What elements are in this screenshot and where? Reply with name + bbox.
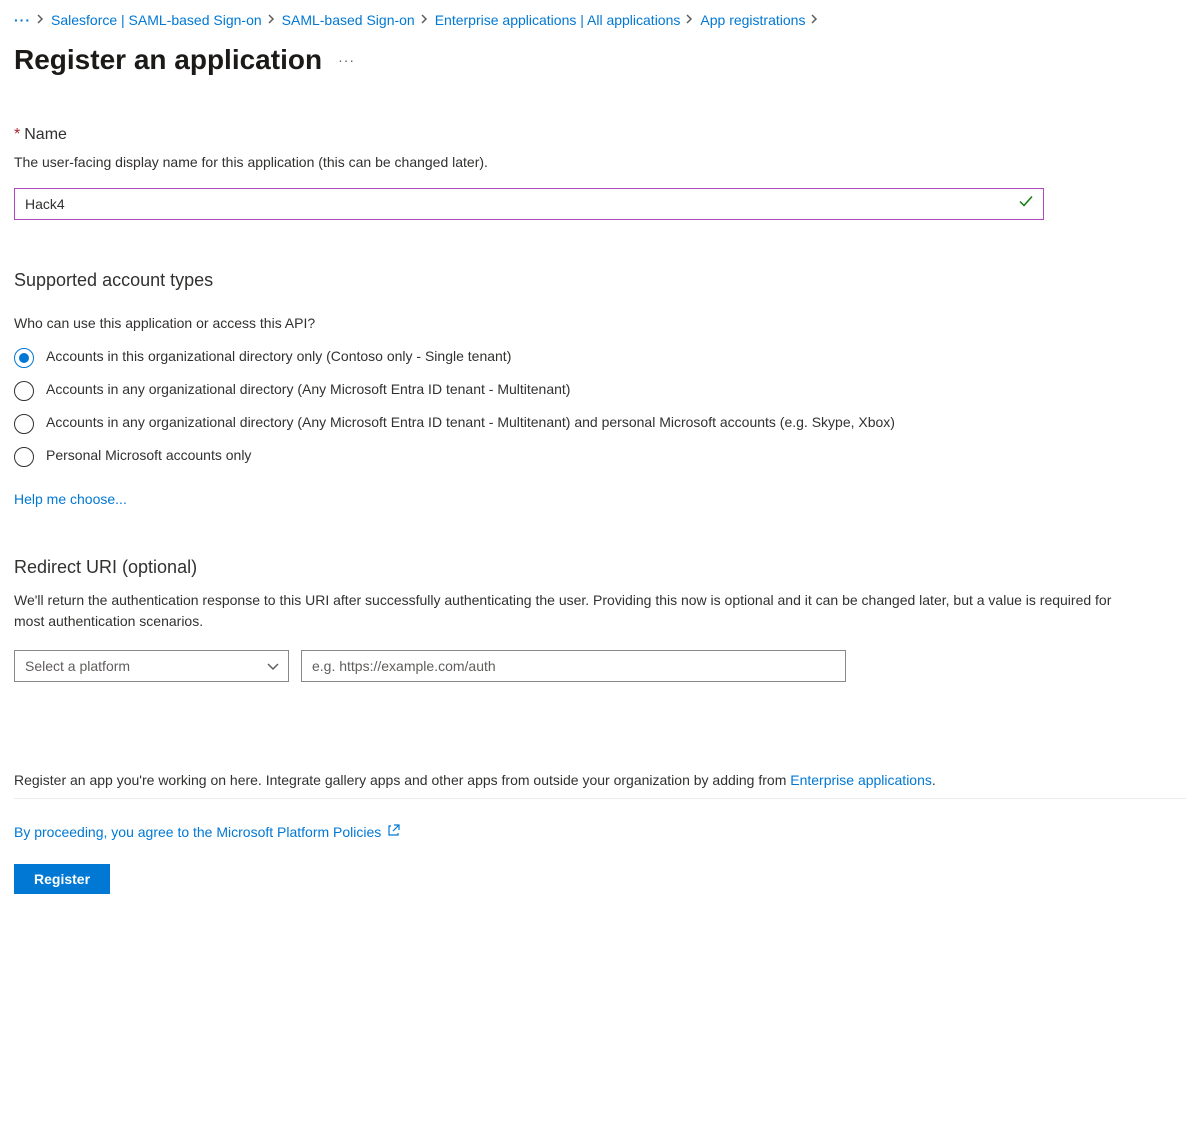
redirect-description: We'll return the authentication response… <box>14 590 1134 632</box>
account-types-section: Supported account types Who can use this… <box>14 270 1186 507</box>
breadcrumb-item[interactable]: SAML-based Sign-on <box>282 12 415 28</box>
more-actions-icon[interactable]: ··· <box>338 52 355 68</box>
radio-label: Accounts in this organizational director… <box>46 347 511 367</box>
chevron-right-icon <box>37 13 45 27</box>
radio-single-tenant[interactable]: Accounts in this organizational director… <box>14 347 1186 368</box>
breadcrumb-item[interactable]: Enterprise applications | All applicatio… <box>435 12 681 28</box>
platform-select-wrapper: Select a platform <box>14 650 289 682</box>
chevron-right-icon <box>811 13 819 27</box>
account-types-question: Who can use this application or access t… <box>14 315 1186 331</box>
policy-row: By proceeding, you agree to the Microsof… <box>14 823 1186 840</box>
name-section: * Name The user-facing display name for … <box>14 126 1186 220</box>
radio-icon <box>14 381 34 401</box>
name-label-text: Name <box>24 126 67 144</box>
breadcrumb: ··· Salesforce | SAML-based Sign-on SAML… <box>14 12 1186 28</box>
chevron-right-icon <box>268 13 276 27</box>
account-types-radio-group: Accounts in this organizational director… <box>14 347 1186 467</box>
footer-note-prefix: Register an app you're working on here. … <box>14 772 790 788</box>
divider <box>14 798 1186 799</box>
radio-label: Personal Microsoft accounts only <box>46 446 251 466</box>
chevron-right-icon <box>421 13 429 27</box>
radio-personal-only[interactable]: Personal Microsoft accounts only <box>14 446 1186 467</box>
enterprise-applications-link[interactable]: Enterprise applications <box>790 772 932 788</box>
name-label: * Name <box>14 126 1186 144</box>
name-input-wrapper <box>14 188 1044 220</box>
page-title: Register an application <box>14 44 322 76</box>
footer-note-suffix: . <box>932 772 936 788</box>
breadcrumb-item[interactable]: Salesforce | SAML-based Sign-on <box>51 12 262 28</box>
radio-label: Accounts in any organizational directory… <box>46 413 895 433</box>
breadcrumb-item[interactable]: App registrations <box>700 12 805 28</box>
radio-icon <box>14 414 34 434</box>
name-description: The user-facing display name for this ap… <box>14 154 1186 170</box>
radio-multitenant-personal[interactable]: Accounts in any organizational directory… <box>14 413 1186 434</box>
breadcrumb-overflow-icon[interactable]: ··· <box>14 12 31 28</box>
external-link-icon <box>387 823 401 840</box>
page-header: Register an application ··· <box>14 44 1186 76</box>
required-star-icon: * <box>14 126 20 144</box>
register-button[interactable]: Register <box>14 864 110 894</box>
platform-policies-link[interactable]: By proceeding, you agree to the Microsof… <box>14 824 381 840</box>
radio-label: Accounts in any organizational directory… <box>46 380 570 400</box>
radio-icon <box>14 447 34 467</box>
redirect-uri-section: Redirect URI (optional) We'll return the… <box>14 557 1186 682</box>
redirect-uri-input[interactable] <box>301 650 846 682</box>
checkmark-icon <box>1018 194 1034 215</box>
help-me-choose-link[interactable]: Help me choose... <box>14 491 1186 507</box>
footer-note: Register an app you're working on here. … <box>14 772 1186 788</box>
radio-icon <box>14 348 34 368</box>
redirect-title: Redirect URI (optional) <box>14 557 1186 578</box>
account-types-title: Supported account types <box>14 270 1186 291</box>
redirect-inputs-row: Select a platform <box>14 650 1186 682</box>
radio-multitenant[interactable]: Accounts in any organizational directory… <box>14 380 1186 401</box>
platform-select[interactable]: Select a platform <box>14 650 289 682</box>
chevron-right-icon <box>686 13 694 27</box>
name-input[interactable] <box>14 188 1044 220</box>
